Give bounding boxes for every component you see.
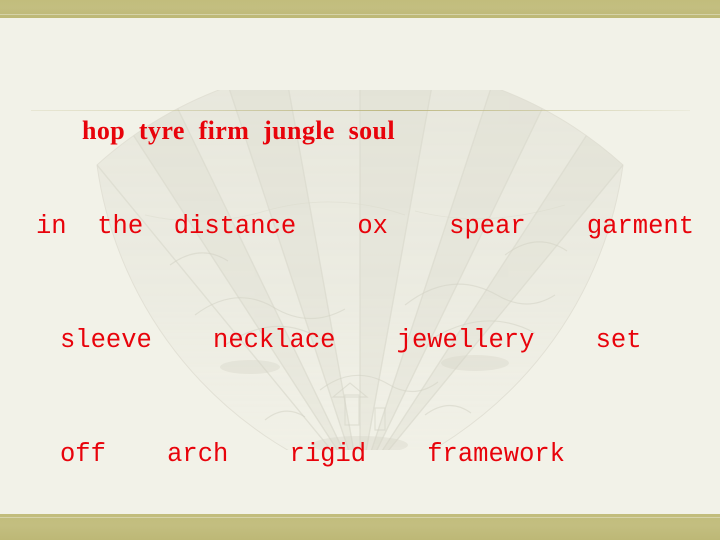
bottom-decorative-band (0, 514, 720, 540)
horizontal-divider-rule (31, 110, 690, 111)
vocabulary-word-list: in the distance ox spear garment sleeve … (0, 132, 720, 540)
top-band-highlight (0, 14, 720, 15)
word-row: sleeve necklace jewellery set (60, 326, 642, 355)
bottom-band-highlight (0, 517, 720, 518)
word-row: off arch rigid framework (60, 440, 565, 469)
slide-canvas: in the distance ox spear garment sleeve … (0, 0, 720, 540)
top-decorative-band (0, 0, 720, 18)
overlapping-word-row: hop tyre firm jungle soul (82, 116, 396, 145)
word-row: in the distance ox spear garment (36, 212, 695, 241)
